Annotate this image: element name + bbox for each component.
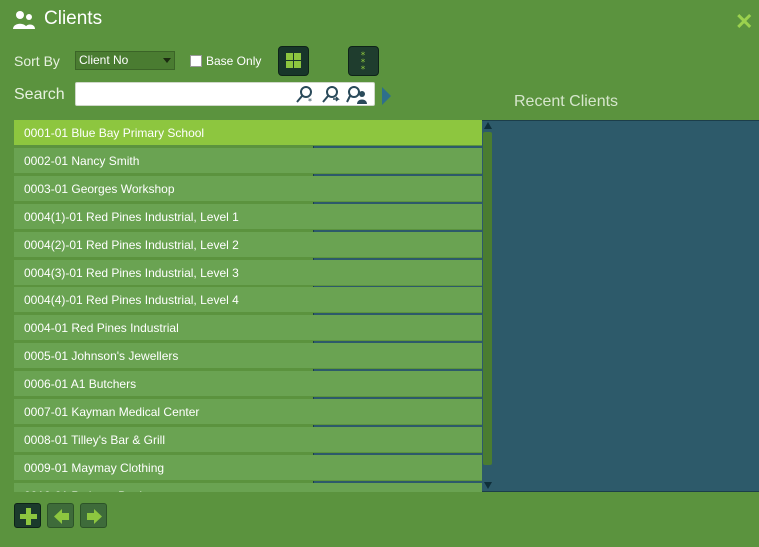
svg-text:*: *: [308, 97, 312, 105]
chevron-down-icon: [163, 58, 171, 63]
client-row[interactable]: 0002-01 Nancy Smith: [14, 147, 482, 174]
search-label: Search: [14, 86, 65, 103]
client-row[interactable]: 0004(4)-01 Red Pines Industrial, Level 4: [14, 287, 482, 314]
scroll-thumb[interactable]: [483, 132, 492, 465]
client-row[interactable]: 0004(1)-01 Red Pines Industrial, Level 1: [14, 203, 482, 230]
previous-button[interactable]: [47, 503, 74, 528]
client-list: 0001-01 Blue Bay Primary School 0002-01 N…: [14, 120, 482, 492]
sort-by-label: Sort By: [14, 53, 60, 69]
clients-people-icon: [13, 11, 35, 29]
add-client-button[interactable]: [14, 503, 41, 528]
client-row[interactable]: 0004(3)-01 Red Pines Industrial, Level 3: [14, 259, 482, 286]
arrow-left-icon: [54, 509, 69, 524]
next-button[interactable]: [80, 503, 107, 528]
client-row[interactable]: 0009-01 Maymay Clothing: [14, 454, 482, 481]
svg-text:*: *: [361, 65, 366, 75]
client-row[interactable]: 0003-01 Georges Workshop: [14, 175, 482, 202]
sort-by-value: Client No: [79, 53, 129, 67]
close-icon[interactable]: ✕: [735, 11, 753, 33]
plus-icon: [20, 508, 37, 525]
arrow-right-icon: [87, 509, 102, 524]
person-search-icon[interactable]: [346, 85, 368, 105]
window-title: Clients: [44, 8, 103, 29]
search-box: *: [75, 82, 375, 106]
sort-by-select[interactable]: Client No: [75, 51, 175, 70]
grid-view-button[interactable]: [278, 46, 309, 76]
base-only-label: Base Only: [206, 54, 262, 68]
compact-view-button[interactable]: * * *: [348, 46, 379, 76]
client-row[interactable]: 0006-01 A1 Butchers: [14, 371, 482, 398]
recent-clients-title: Recent Clients: [514, 93, 619, 110]
client-row[interactable]: 0007-01 Kayman Medical Center: [14, 399, 482, 426]
client-row[interactable]: 0005-01 Johnson's Jewellers: [14, 343, 482, 370]
client-row[interactable]: 0008-01 Tilley's Bar & Grill: [14, 426, 482, 453]
base-only-checkbox[interactable]: [190, 55, 202, 67]
scroll-up-icon[interactable]: [484, 122, 492, 129]
search-forward-icon[interactable]: [320, 85, 342, 105]
list-scrollbar[interactable]: [483, 120, 493, 492]
client-row[interactable]: 0001-01 Blue Bay Primary School: [14, 120, 482, 146]
vertical-dots-icon: * * *: [361, 51, 366, 75]
clients-window: Clients ✕ Sort By Client No Base Only * …: [0, 0, 759, 547]
grid-view-icon: [286, 53, 301, 68]
key-search-icon[interactable]: *: [294, 85, 316, 105]
client-row[interactable]: 0010-01 Pythons Bank: [14, 482, 482, 492]
play-arrow-icon[interactable]: [382, 87, 391, 105]
client-row[interactable]: 0004(2)-01 Red Pines Industrial, Level 2: [14, 231, 482, 258]
search-input[interactable]: [80, 85, 294, 105]
scroll-down-icon[interactable]: [484, 482, 492, 489]
client-row[interactable]: 0004-01 Red Pines Industrial: [14, 315, 482, 342]
